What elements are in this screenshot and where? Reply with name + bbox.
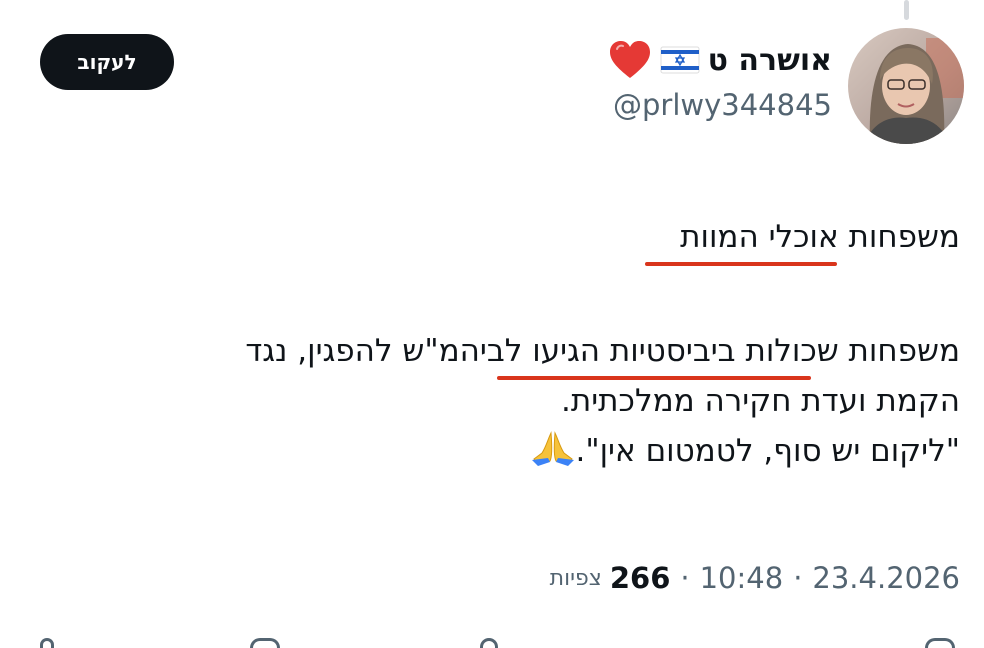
thread-connector-line: [904, 0, 909, 20]
meta-separator: ·: [680, 561, 690, 595]
red-underline-annotation: [497, 376, 811, 380]
folded-hands-icon: [530, 427, 576, 467]
tweet-body-line-2: הקמת ועדת חקירה ממלכתית.: [561, 383, 960, 419]
tweet-title-line: משפחות אוכלי המוות: [680, 219, 960, 255]
israel-flag-icon: [660, 46, 700, 74]
red-heart-icon: [608, 40, 652, 80]
views-label: צפיות: [549, 565, 602, 591]
bookmark-icon[interactable]: [925, 638, 955, 648]
user-handle[interactable]: @prlwy344845: [613, 88, 832, 122]
tweet-meta: 23.4.2026 · 10:48 · 266 צפיות: [550, 555, 960, 601]
repost-icon[interactable]: [250, 638, 280, 648]
tweet-body-line-1: משפחות שכולות ביביסטיות הגיעו לביהמ"ש לה…: [245, 333, 960, 369]
avatar[interactable]: [848, 28, 964, 144]
display-name[interactable]: אושרה ט: [708, 43, 832, 78]
red-underline-annotation: [645, 262, 837, 266]
tweet-body: משפחות שכולות ביביסטיות הגיעו לביהמ"ש לה…: [40, 326, 960, 476]
post-time[interactable]: 10:48: [700, 561, 784, 595]
post-date[interactable]: 23.4.2026: [812, 561, 960, 595]
author-name-row[interactable]: אושרה ט: [608, 36, 832, 84]
views-count: 266: [609, 561, 671, 595]
follow-button[interactable]: לעקוב: [40, 34, 174, 90]
like-icon[interactable]: [480, 638, 498, 648]
meta-separator: ·: [793, 561, 803, 595]
reply-icon[interactable]: [40, 638, 54, 648]
tweet-quote-text: "ליקום יש סוף, לטמטום אין".: [575, 433, 961, 469]
tweet-body-line-3: "ליקום יש סוף, לטמטום אין".: [40, 426, 960, 476]
